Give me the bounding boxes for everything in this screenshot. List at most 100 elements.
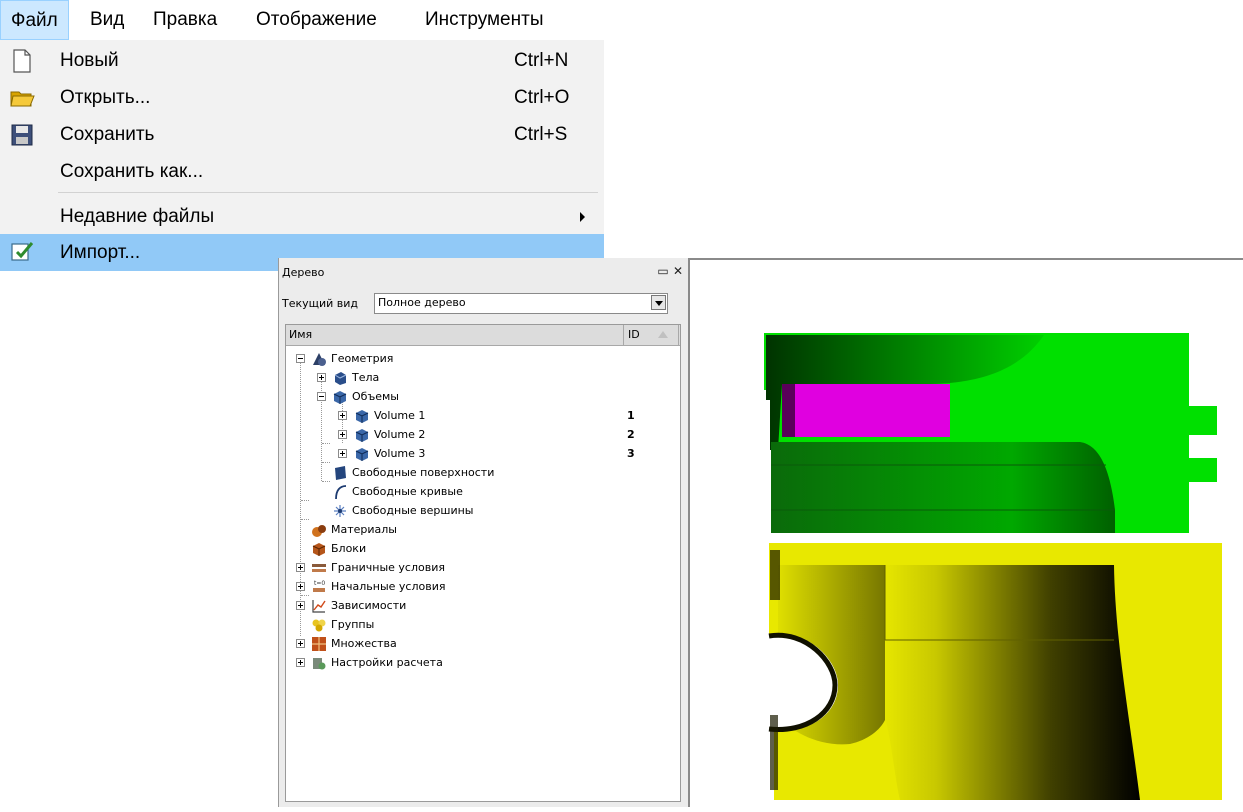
groups-icon bbox=[312, 619, 326, 632]
expand-icon[interactable] bbox=[338, 430, 347, 439]
tree-row-dependencies[interactable]: Зависимости bbox=[286, 597, 680, 615]
magenta-left-edge bbox=[782, 384, 795, 437]
column-divider bbox=[623, 325, 624, 345]
folder-icon bbox=[10, 91, 35, 107]
surface-icon bbox=[335, 466, 346, 480]
menu-view[interactable]: Вид bbox=[80, 0, 134, 40]
tree-row-label: Материалы bbox=[331, 523, 397, 536]
tree-row-label: Блоки bbox=[331, 542, 367, 555]
tree-row-materials[interactable]: Материалы bbox=[286, 521, 680, 539]
tree-view[interactable]: Имя ID Геометрия Тела Объемы Volume 1 1 … bbox=[285, 324, 681, 802]
tree-row-free-vertices[interactable]: Свободные вершины bbox=[286, 502, 680, 520]
tree-row-boundary-conditions[interactable]: Граничные условия bbox=[286, 559, 680, 577]
volume-icon bbox=[355, 448, 369, 461]
column-divider bbox=[678, 325, 679, 345]
menu-display[interactable]: Отображение bbox=[246, 0, 387, 40]
expand-icon[interactable] bbox=[296, 658, 305, 667]
shortcut-label: Ctrl+O bbox=[514, 87, 570, 108]
volumes-icon bbox=[333, 391, 347, 404]
tree-row-initial-conditions[interactable]: t=0 Начальные условия bbox=[286, 578, 680, 596]
current-view-label: Текущий вид bbox=[282, 297, 359, 310]
collapse-icon[interactable] bbox=[317, 392, 326, 401]
menu-item-save[interactable]: Сохранить Ctrl+S bbox=[0, 116, 604, 153]
expand-icon[interactable] bbox=[338, 411, 347, 420]
float-icon[interactable]: ▭ bbox=[657, 264, 668, 278]
menu-tools[interactable]: Инструменты bbox=[415, 0, 553, 40]
submenu-arrow-icon bbox=[580, 212, 585, 222]
tree-row-label: Volume 2 bbox=[374, 428, 426, 441]
menu-bar: Файл Вид Правка Отображение Инструменты bbox=[0, 0, 604, 40]
tree-row-label: Свободные вершины bbox=[352, 504, 474, 517]
menu-item-label: Недавние файлы bbox=[60, 206, 215, 227]
column-header-id[interactable]: ID bbox=[628, 328, 640, 341]
tree-row-volumes[interactable]: Объемы bbox=[286, 388, 680, 406]
expand-icon[interactable] bbox=[296, 601, 305, 610]
calc-settings-icon bbox=[313, 658, 326, 670]
menu-item-label: Открыть... bbox=[60, 87, 151, 108]
menu-item-label: Импорт... bbox=[60, 242, 141, 263]
tree-row-volume-3[interactable]: Volume 3 3 bbox=[286, 445, 680, 463]
panel-title: Дерево bbox=[282, 266, 325, 279]
tree-row-id: 3 bbox=[627, 447, 635, 460]
tree-row-label: Настройки расчета bbox=[331, 656, 443, 669]
svg-text:t=0: t=0 bbox=[314, 580, 325, 587]
menu-item-new[interactable]: Новый Ctrl+N bbox=[0, 42, 604, 79]
tree-row-label: Свободные кривые bbox=[352, 485, 463, 498]
yellow-shaded-face bbox=[885, 565, 1140, 800]
tree-row-groups[interactable]: Группы bbox=[286, 616, 680, 634]
menu-item-label: Сохранить как... bbox=[60, 161, 204, 182]
menu-edit[interactable]: Правка bbox=[143, 0, 227, 40]
geometry-icon bbox=[313, 353, 326, 366]
new-file-icon bbox=[13, 49, 31, 73]
3d-viewport[interactable] bbox=[688, 258, 1243, 807]
tree-row-calc-settings[interactable]: Настройки расчета bbox=[286, 654, 680, 672]
materials-icon bbox=[312, 525, 326, 537]
expand-icon[interactable] bbox=[296, 639, 305, 648]
expand-icon[interactable] bbox=[296, 563, 305, 572]
tree-row-label: Начальные условия bbox=[331, 580, 446, 593]
bodies-icon bbox=[334, 372, 347, 385]
close-icon[interactable]: ✕ bbox=[673, 264, 683, 278]
sets-icon bbox=[312, 637, 326, 651]
menu-file[interactable]: Файл bbox=[0, 0, 69, 40]
column-header-name[interactable]: Имя bbox=[289, 328, 312, 341]
menu-item-save-as[interactable]: Сохранить как... bbox=[0, 153, 604, 190]
menu-item-label: Новый bbox=[60, 50, 119, 71]
file-menu-dropdown: Новый Ctrl+N Открыть... Ctrl+O Сохранить… bbox=[0, 40, 604, 271]
magenta-volume bbox=[782, 384, 950, 437]
vertex-icon bbox=[334, 505, 346, 517]
menu-item-open[interactable]: Открыть... Ctrl+O bbox=[0, 79, 604, 116]
tree-row-bodies[interactable]: Тела bbox=[286, 369, 680, 387]
expand-icon[interactable] bbox=[296, 582, 305, 591]
tree-row-volume-1[interactable]: Volume 1 1 bbox=[286, 407, 680, 425]
floppy-disk-icon bbox=[11, 124, 33, 146]
3d-model-render bbox=[764, 333, 1222, 800]
panel-window-buttons: ▭ ✕ bbox=[657, 264, 683, 278]
tree-row-sets[interactable]: Множества bbox=[286, 635, 680, 653]
menu-item-recent-files[interactable]: Недавние файлы bbox=[0, 198, 604, 235]
tree-row-volume-2[interactable]: Volume 2 2 bbox=[286, 426, 680, 444]
collapse-icon[interactable] bbox=[296, 354, 305, 363]
expand-icon[interactable] bbox=[338, 449, 347, 458]
tree-row-label: Зависимости bbox=[331, 599, 407, 612]
tree-row-label: Volume 3 bbox=[374, 447, 426, 460]
tree-row-blocks[interactable]: Блоки bbox=[286, 540, 680, 558]
dependencies-icon bbox=[312, 600, 326, 613]
tree-row-free-surfaces[interactable]: Свободные поверхности bbox=[286, 464, 680, 482]
dropdown-arrow-icon[interactable] bbox=[651, 295, 666, 310]
tree-row-free-curves[interactable]: Свободные кривые bbox=[286, 483, 680, 501]
tree-row-label: Свободные поверхности bbox=[352, 466, 495, 479]
expand-icon[interactable] bbox=[317, 373, 326, 382]
tree-row-geometry[interactable]: Геометрия bbox=[286, 350, 680, 368]
green-lower-block bbox=[771, 442, 1115, 533]
tree-row-label: Volume 1 bbox=[374, 409, 426, 422]
current-view-select[interactable]: Полное дерево bbox=[374, 293, 668, 314]
tree-panel: Дерево ▭ ✕ Текущий вид Полное дерево Имя… bbox=[278, 258, 689, 807]
tree-row-label: Тела bbox=[352, 371, 380, 384]
shortcut-label: Ctrl+N bbox=[514, 50, 569, 71]
tree-row-label: Объемы bbox=[352, 390, 399, 403]
tree-row-id: 1 bbox=[627, 409, 635, 422]
import-icon bbox=[11, 242, 34, 261]
current-view-value: Полное дерево bbox=[378, 296, 466, 309]
boundary-conditions-icon bbox=[312, 564, 326, 572]
